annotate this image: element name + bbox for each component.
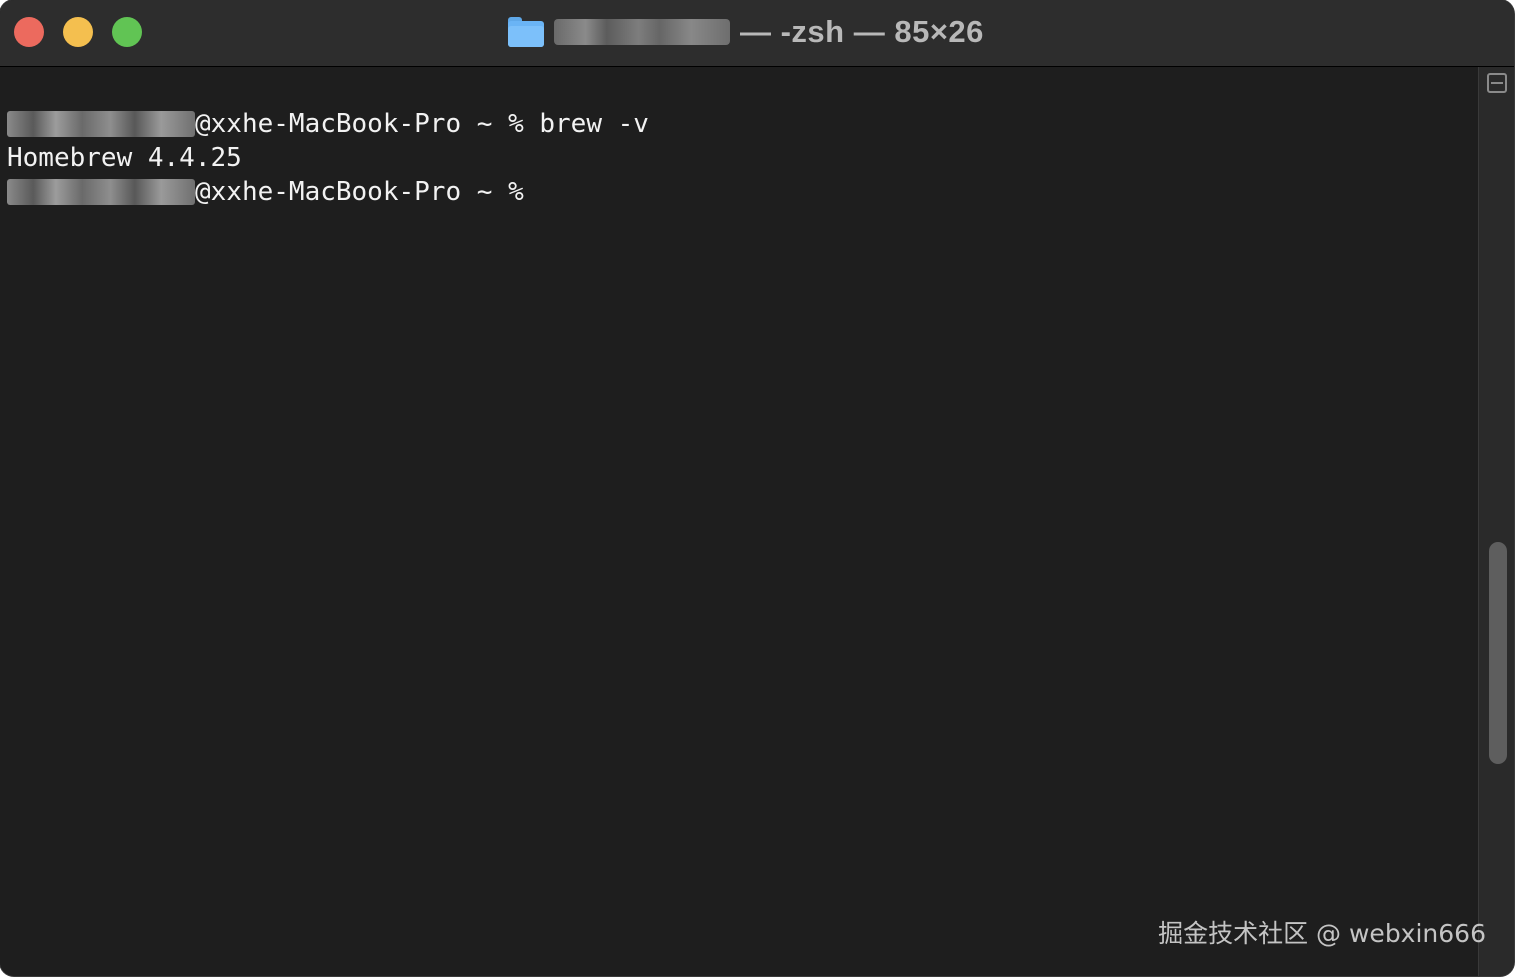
scrollbar-thumb[interactable] (1489, 542, 1507, 764)
terminal-line: @xxhe-MacBook-Pro ~ % brew -v (7, 107, 649, 141)
terminal-line: Homebrew 4.4.25 (7, 141, 242, 175)
minimize-button[interactable] (63, 17, 93, 47)
command-output: Homebrew 4.4.25 (7, 143, 242, 173)
terminal-content[interactable]: @xxhe-MacBook-Pro ~ % brew -v Homebrew 4… (0, 67, 1478, 976)
split-pane-icon[interactable] (1487, 73, 1507, 93)
window-title: — -zsh — 85×26 (508, 10, 984, 54)
scrollbar-track[interactable] (1478, 67, 1514, 976)
title-text: — -zsh — 85×26 (740, 14, 984, 49)
prompt-host: @xxhe-MacBook-Pro ~ % (195, 109, 540, 139)
zoom-button[interactable] (112, 17, 142, 47)
folder-icon (508, 17, 544, 47)
redacted-username (7, 111, 195, 137)
prompt-host: @xxhe-MacBook-Pro ~ % (195, 177, 540, 207)
close-button[interactable] (14, 17, 44, 47)
command-text: brew -v (539, 109, 649, 139)
watermark-text: 掘金技术社区 @ webxin666 (1158, 919, 1486, 948)
terminal-line: @xxhe-MacBook-Pro ~ % (7, 175, 539, 209)
terminal-window: — -zsh — 85×26 @xxhe-MacBook-Pro ~ % bre… (0, 0, 1514, 976)
redacted-directory-name (554, 19, 730, 45)
redacted-username (7, 179, 195, 205)
title-bar[interactable]: — -zsh — 85×26 (0, 0, 1514, 67)
